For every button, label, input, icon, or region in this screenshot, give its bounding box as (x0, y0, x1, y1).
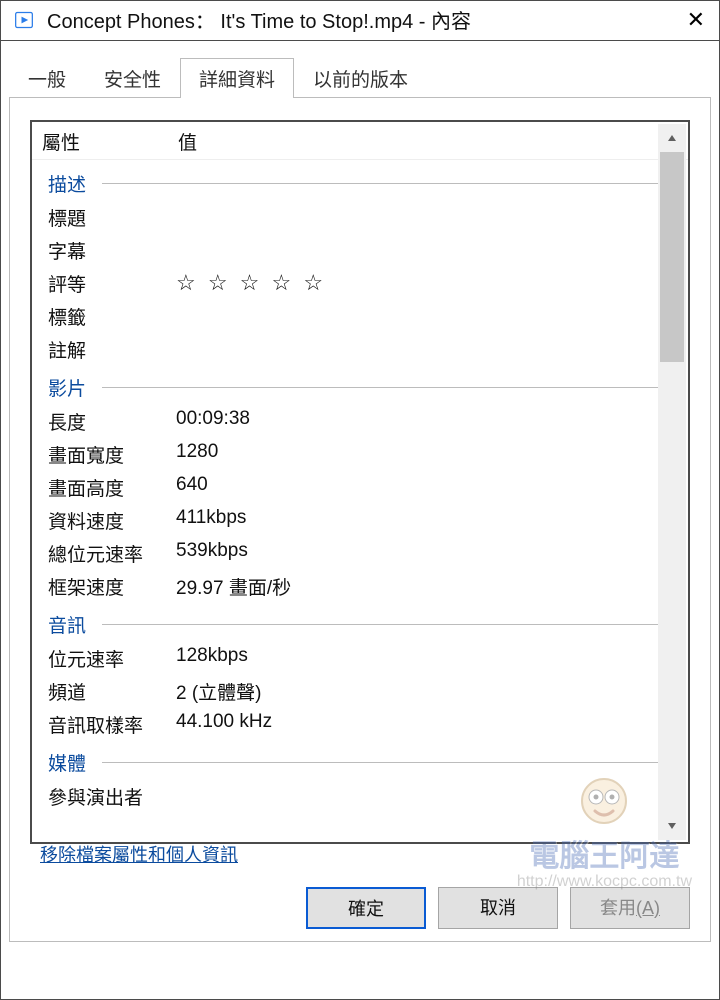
close-button[interactable]: ✕ (681, 9, 711, 31)
remove-properties-link[interactable]: 移除檔案屬性和個人資訊 (34, 841, 238, 867)
row-data-rate[interactable]: 資料速度 411kbps (42, 504, 688, 537)
row-comments[interactable]: 註解 (42, 333, 688, 366)
column-header-value[interactable]: 值 (170, 128, 680, 155)
row-contributing-artists[interactable]: 參與演出者 (42, 780, 688, 813)
tab-details[interactable]: 詳細資料 (180, 58, 294, 98)
row-length[interactable]: 長度 00:09:38 (42, 405, 688, 438)
column-header-property[interactable]: 屬性 (42, 128, 170, 155)
list-header: 屬性 值 (32, 122, 688, 160)
row-frame-rate[interactable]: 框架速度 29.97 畫面/秒 (42, 570, 688, 603)
ok-button[interactable]: 確定 (306, 887, 426, 929)
row-audio-bitrate[interactable]: 位元速率 128kbps (42, 642, 688, 675)
section-video: 影片 (42, 368, 688, 405)
row-title[interactable]: 標題 (42, 201, 688, 234)
scroll-up-arrow-icon[interactable] (658, 124, 686, 152)
scrollbar-track[interactable] (658, 152, 686, 812)
details-list: 屬性 值 描述 標題 字幕 評等 ☆ ☆ (30, 120, 690, 844)
apply-button[interactable]: 套用(A) (570, 887, 690, 929)
section-description: 描述 (42, 164, 688, 201)
row-frame-height[interactable]: 畫面高度 640 (42, 471, 688, 504)
section-media: 媒體 (42, 743, 688, 780)
tab-strip: 一般 安全性 詳細資料 以前的版本 (9, 57, 711, 98)
row-channels[interactable]: 頻道 2 (立體聲) (42, 675, 688, 708)
row-sample-rate[interactable]: 音訊取樣率 44.100 kHz (42, 708, 688, 741)
section-audio: 音訊 (42, 605, 688, 642)
row-frame-width[interactable]: 畫面寬度 1280 (42, 438, 688, 471)
vertical-scrollbar[interactable] (658, 124, 686, 840)
scrollbar-thumb[interactable] (660, 152, 684, 362)
row-rating[interactable]: 評等 ☆ ☆ ☆ ☆ ☆ (42, 267, 688, 300)
file-icon (13, 9, 35, 31)
tab-general[interactable]: 一般 (9, 58, 85, 98)
tab-security[interactable]: 安全性 (85, 58, 180, 98)
scroll-down-arrow-icon[interactable] (658, 812, 686, 840)
titlebar: Concept Phones： It's Time to Stop!.mp4 -… (1, 1, 719, 41)
row-tags[interactable]: 標籤 (42, 300, 688, 333)
rating-stars[interactable]: ☆ ☆ ☆ ☆ ☆ (168, 270, 688, 297)
properties-dialog: Concept Phones： It's Time to Stop!.mp4 -… (0, 0, 720, 1000)
cancel-button[interactable]: 取消 (438, 887, 558, 929)
row-total-bitrate[interactable]: 總位元速率 539kbps (42, 537, 688, 570)
tab-content-details: 屬性 值 描述 標題 字幕 評等 ☆ ☆ (9, 98, 711, 942)
row-subtitle[interactable]: 字幕 (42, 234, 688, 267)
window-title: Concept Phones： It's Time to Stop!.mp4 -… (47, 5, 681, 34)
tab-previous-versions[interactable]: 以前的版本 (294, 58, 427, 98)
dialog-button-row: 確定 取消 套用(A) (306, 887, 690, 929)
